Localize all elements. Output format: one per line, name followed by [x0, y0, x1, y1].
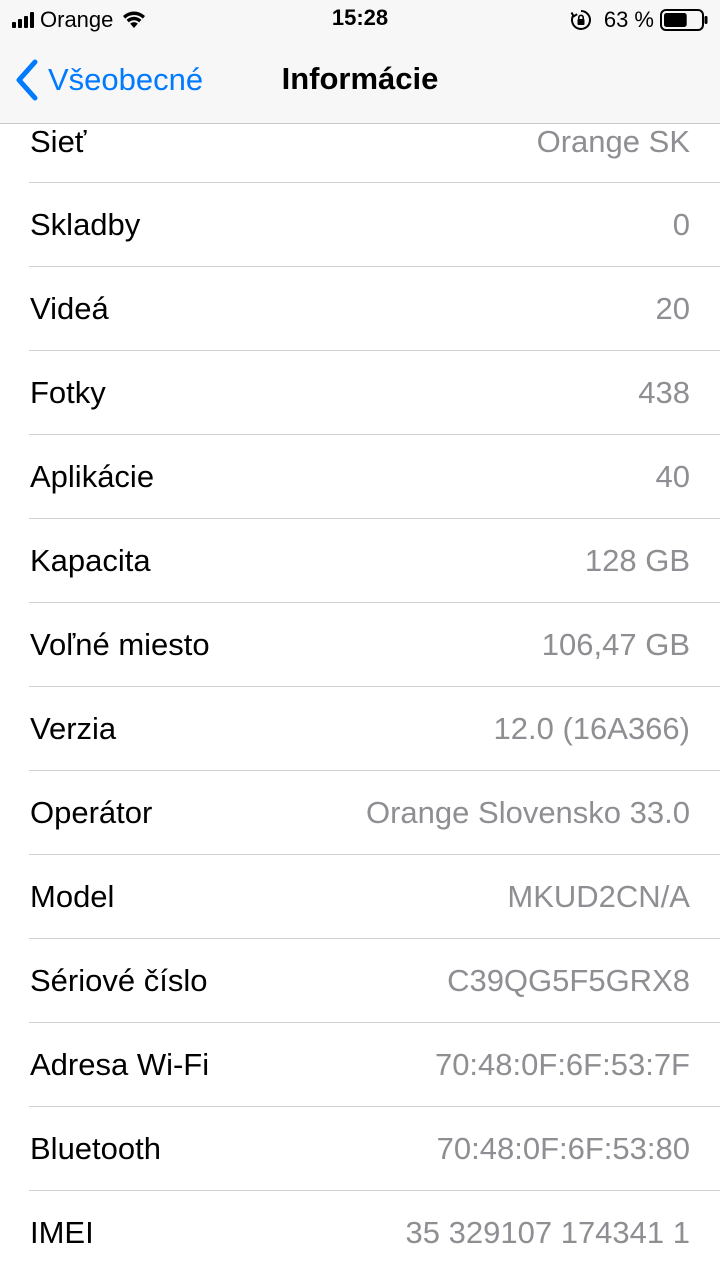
- info-row-capacity: Kapacita 128 GB: [0, 519, 720, 603]
- info-row-songs: Skladby 0: [0, 183, 720, 267]
- info-row-available: Voľné miesto 106,47 GB: [0, 603, 720, 687]
- row-label: Model: [30, 879, 115, 914]
- row-value: 20: [655, 291, 690, 326]
- info-row-photos: Fotky 438: [0, 351, 720, 435]
- row-label: Sériové číslo: [30, 963, 208, 998]
- info-row-videos: Videá 20: [0, 267, 720, 351]
- row-value: 128 GB: [584, 543, 690, 578]
- row-label: Skladby: [30, 207, 141, 242]
- info-list: Sieť Orange SK Skladby 0 Videá 20 Fotky …: [0, 124, 720, 1275]
- page-title: Informácie: [281, 61, 439, 96]
- status-bar: Orange 15:28 63 %: [0, 0, 720, 40]
- row-label: Fotky: [30, 375, 106, 410]
- row-value: 0: [672, 207, 690, 242]
- navigation-bar: Všeobecné Informácie: [0, 40, 720, 124]
- info-row-model[interactable]: Model MKUD2CN/A: [0, 855, 720, 939]
- row-label: IMEI: [30, 1215, 94, 1250]
- row-value: MKUD2CN/A: [507, 879, 690, 914]
- battery-percentage: 63 %: [603, 7, 654, 32]
- row-label: Sieť: [30, 124, 87, 159]
- info-row-carrier[interactable]: Operátor Orange Slovensko 33.0: [0, 771, 720, 855]
- info-row-applications: Aplikácie 40: [0, 435, 720, 519]
- info-row-bluetooth[interactable]: Bluetooth 70:48:0F:6F:53:80: [0, 1107, 720, 1191]
- row-value: 70:48:0F:6F:53:7F: [434, 1047, 690, 1082]
- row-label: Kapacita: [30, 543, 151, 578]
- row-value: C39QG5F5GRX8: [447, 963, 690, 998]
- info-list-viewport[interactable]: Sieť Orange SK Skladby 0 Videá 20 Fotky …: [0, 124, 720, 1280]
- row-label: Verzia: [30, 711, 117, 746]
- row-value: Orange SK: [536, 124, 690, 159]
- info-row-wifi-address[interactable]: Adresa Wi-Fi 70:48:0F:6F:53:7F: [0, 1023, 720, 1107]
- status-bar-right: 63 %: [570, 6, 708, 34]
- row-label: Videá: [30, 291, 109, 326]
- row-value: 70:48:0F:6F:53:80: [436, 1131, 690, 1166]
- row-value: 106,47 GB: [541, 627, 690, 662]
- info-row-version[interactable]: Verzia 12.0 (16A366): [0, 687, 720, 771]
- battery-icon: [660, 9, 708, 31]
- row-label: Aplikácie: [30, 459, 155, 494]
- row-value: 35 329107 174341 1: [405, 1215, 690, 1250]
- row-value: 12.0 (16A366): [493, 711, 690, 746]
- settings-about-screen: Sieť Orange SK Skladby 0 Videá 20 Fotky …: [0, 0, 720, 1280]
- row-label: Voľné miesto: [30, 627, 210, 662]
- rotation-lock-icon: [570, 10, 591, 30]
- row-label: Operátor: [30, 795, 153, 830]
- row-value: Orange Slovensko 33.0: [366, 795, 690, 830]
- row-value: 438: [638, 375, 690, 410]
- row-value: 40: [655, 459, 690, 494]
- row-label: Bluetooth: [30, 1131, 161, 1166]
- info-row-imei[interactable]: IMEI 35 329107 174341 1: [0, 1191, 720, 1275]
- info-row-serial[interactable]: Sériové číslo C39QG5F5GRX8: [0, 939, 720, 1023]
- info-row-network: Sieť Orange SK: [0, 124, 720, 183]
- row-label: Adresa Wi-Fi: [30, 1047, 210, 1082]
